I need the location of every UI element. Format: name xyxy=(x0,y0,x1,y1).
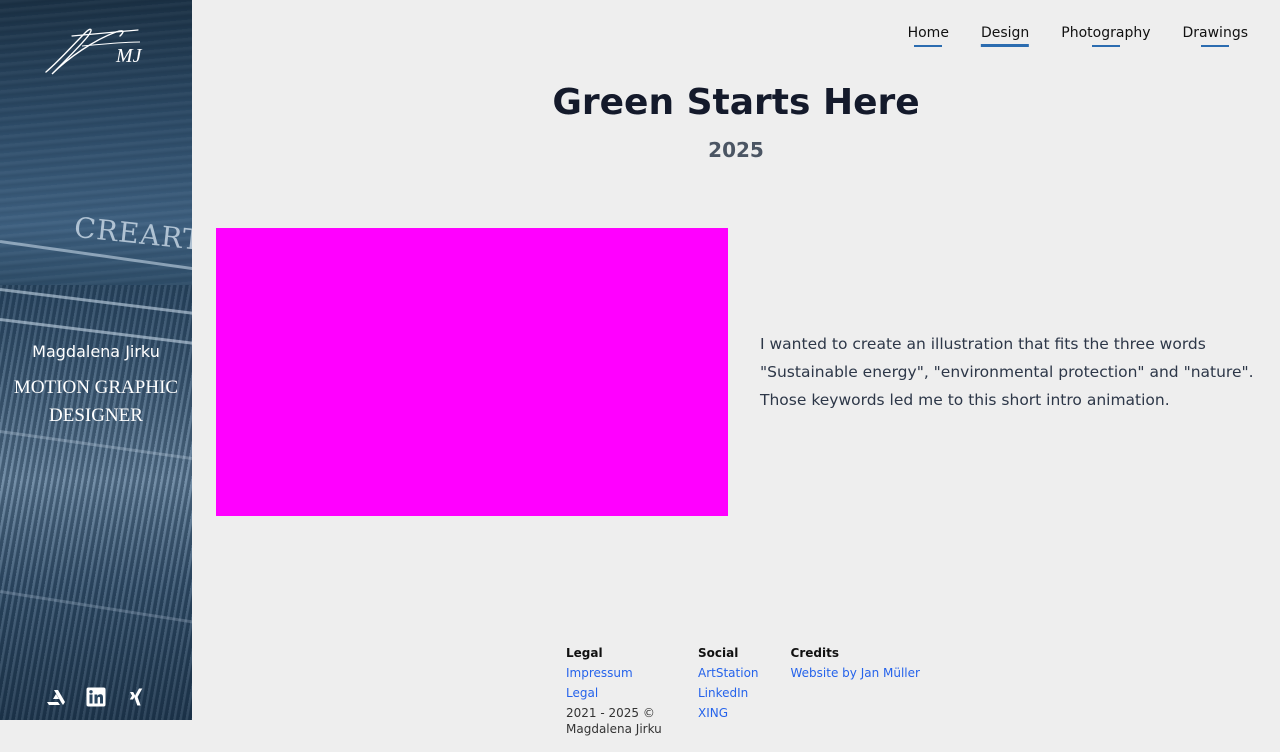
footer-legal-heading: Legal xyxy=(566,646,603,660)
footer-link-legal[interactable]: Legal xyxy=(566,683,666,703)
project-video-placeholder[interactable] xyxy=(216,228,728,516)
footer-link-xing[interactable]: XING xyxy=(698,703,759,723)
footer-link-credits[interactable]: Website by Jan Müller xyxy=(791,663,920,683)
footer-credits-heading: Credits xyxy=(790,646,839,660)
xing-icon[interactable] xyxy=(126,687,146,707)
description-line-2: "Sustainable energy", "environmental pro… xyxy=(760,363,1254,381)
signature-logo[interactable]: MJ xyxy=(42,22,146,78)
copyright: 2021 - 2025 © Magdalena Jirku xyxy=(566,706,662,736)
project-year: 2025 xyxy=(708,138,764,162)
nav-item-photography[interactable]: Photography xyxy=(1061,25,1150,47)
sidebar-social-icons xyxy=(0,687,192,707)
footer: Legal Impressum Legal 2021 - 2025 © Magd… xyxy=(566,643,920,737)
sidebar-name: Magdalena Jirku xyxy=(32,342,160,361)
page-title: Green Starts Here xyxy=(552,82,920,123)
footer-link-artstation[interactable]: ArtStation xyxy=(698,663,759,683)
role-line-1: MOTION GRAPHIC xyxy=(13,377,179,398)
footer-legal: Legal Impressum Legal 2021 - 2025 © Magd… xyxy=(566,643,666,737)
description-line-3: Those keywords led me to this short intr… xyxy=(760,391,1170,409)
nav-item-drawings[interactable]: Drawings xyxy=(1182,25,1248,47)
main-nav: Home Design Photography Drawings xyxy=(908,25,1248,47)
sidebar: CREARTI MJ Magdalena Jirku MOTION GRAPHI… xyxy=(0,0,192,720)
footer-credits: Credits Website by Jan Müller xyxy=(791,643,920,737)
nav-item-home[interactable]: Home xyxy=(908,25,949,47)
footer-link-linkedin[interactable]: LinkedIn xyxy=(698,683,759,703)
sidebar-role: MOTION GRAPHIC DESIGNER xyxy=(0,374,192,430)
artstation-icon[interactable] xyxy=(46,687,66,707)
footer-link-impressum[interactable]: Impressum xyxy=(566,663,666,683)
logo-text: MJ xyxy=(115,45,143,67)
linkedin-icon[interactable] xyxy=(86,687,106,707)
description-line-1: I wanted to create an illustration that … xyxy=(760,335,1206,353)
footer-social-heading: Social xyxy=(698,646,739,660)
project-description: I wanted to create an illustration that … xyxy=(760,330,1260,414)
footer-social: Social ArtStation LinkedIn XING xyxy=(698,643,759,737)
role-line-2: DESIGNER xyxy=(49,405,143,426)
nav-item-design[interactable]: Design xyxy=(981,25,1029,47)
